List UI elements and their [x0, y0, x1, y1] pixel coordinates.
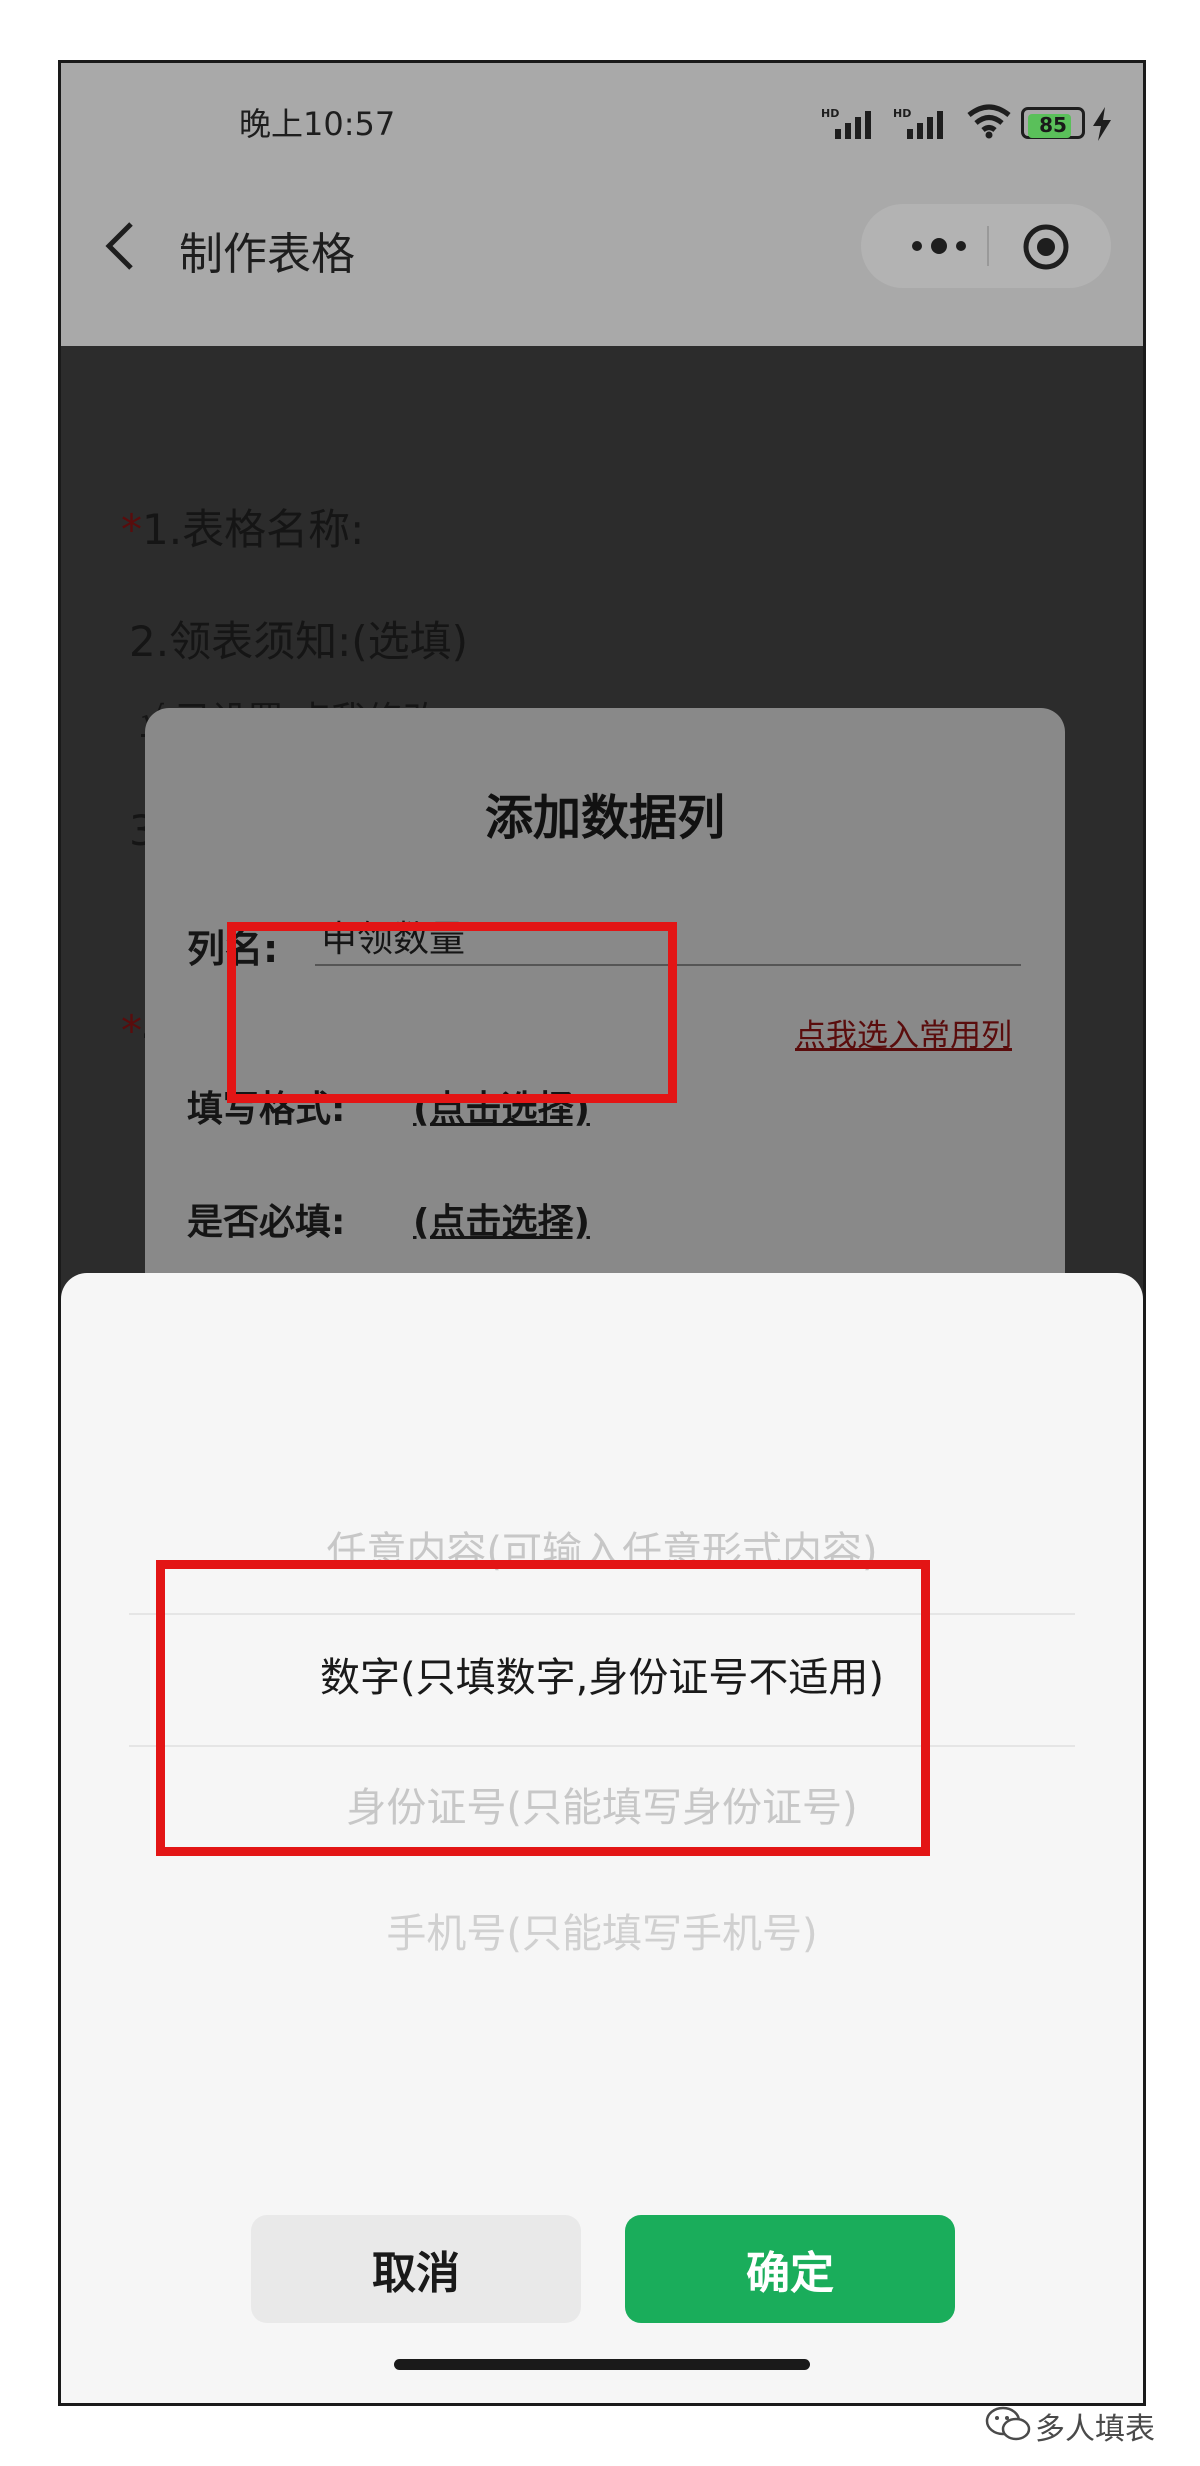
question-label: 1.表格名称:: [142, 505, 365, 554]
more-options-icon[interactable]: [909, 236, 969, 256]
picker-option[interactable]: 手机号(只能填写手机号): [61, 1901, 1143, 1959]
mini-program-capsule: [861, 204, 1111, 288]
status-bar: 晚上10:57 HD HD 85: [61, 63, 1143, 158]
cancel-button[interactable]: 取消: [251, 2215, 581, 2323]
back-arrow-icon[interactable]: [101, 218, 141, 274]
annotation-highlight-number-option: [156, 1560, 930, 1856]
dialog-title: 添加数据列: [484, 790, 725, 846]
status-time: 晚上10:57: [239, 105, 396, 143]
watermark-text: 多人填表: [1035, 2412, 1155, 2447]
navigation-bar: 制作表格: [61, 158, 1143, 346]
home-indicator[interactable]: [394, 2359, 810, 2370]
page-title: 制作表格: [179, 229, 355, 280]
required-mark: *: [121, 505, 142, 554]
required-mark: *: [121, 1006, 142, 1055]
cellular-signal-icon: HD: [821, 107, 871, 139]
battery-percent: 85: [1039, 113, 1067, 137]
close-program-icon[interactable]: [1021, 222, 1071, 272]
wechat-icon: [985, 2406, 1031, 2441]
capsule-divider: [987, 226, 989, 266]
annotation-highlight-format: [227, 922, 677, 1103]
cellular-signal-icon-2: HD: [893, 107, 943, 139]
required-label: 是否必填:: [187, 1202, 346, 1243]
common-column-link[interactable]: 点我选入常用列: [795, 1010, 1012, 1055]
wifi-icon: [967, 104, 1011, 139]
signal-label: HD: [821, 107, 839, 120]
form-question-1: *1.表格名称:: [121, 496, 364, 557]
form-question-2: 2.领表须知:(选填): [129, 617, 468, 666]
confirm-button[interactable]: 确定: [625, 2215, 955, 2323]
battery-icon: 85: [1021, 107, 1085, 139]
signal-label-2: HD: [893, 107, 911, 120]
charging-bolt-icon: [1093, 107, 1111, 141]
required-select[interactable]: (点击选择): [413, 1193, 590, 1245]
phone-screen: 晚上10:57 HD HD 85 制作表格 *1.表格名称: 2.领表须知:(选…: [58, 60, 1146, 2406]
